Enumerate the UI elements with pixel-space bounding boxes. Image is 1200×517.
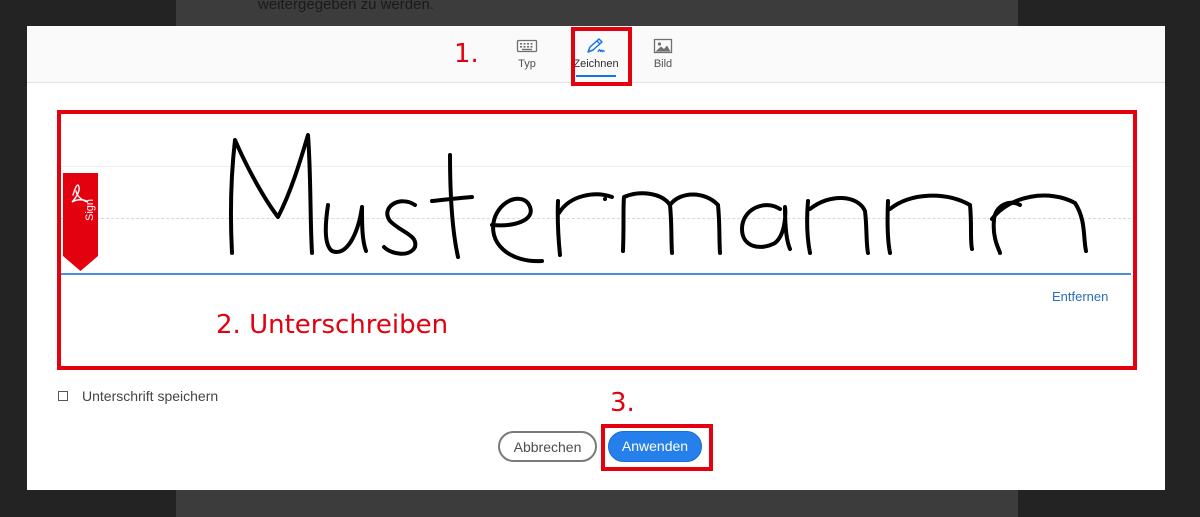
keyboard-icon <box>516 39 538 53</box>
cancel-button[interactable]: Abbrechen <box>498 431 597 462</box>
tab-typ-label: Typ <box>518 58 536 70</box>
annotation-step-1: 1. <box>454 39 479 69</box>
save-signature-label: Unterschrift speichern <box>82 388 219 404</box>
annotation-step-3: 3. <box>610 388 635 418</box>
annotation-step-2: 2. Unterschreiben <box>216 310 449 340</box>
background-document-text: weitergegeben zu werden. <box>258 0 434 13</box>
annotation-box-draw-tab <box>571 27 632 86</box>
image-icon <box>653 38 673 54</box>
save-signature-checkbox[interactable] <box>58 391 68 401</box>
tab-bild[interactable]: Bild <box>633 34 693 80</box>
tab-typ[interactable]: Typ <box>497 34 557 80</box>
tab-bild-label: Bild <box>653 58 673 70</box>
save-signature-row[interactable]: Unterschrift speichern <box>58 388 218 404</box>
annotation-box-apply <box>601 424 713 471</box>
